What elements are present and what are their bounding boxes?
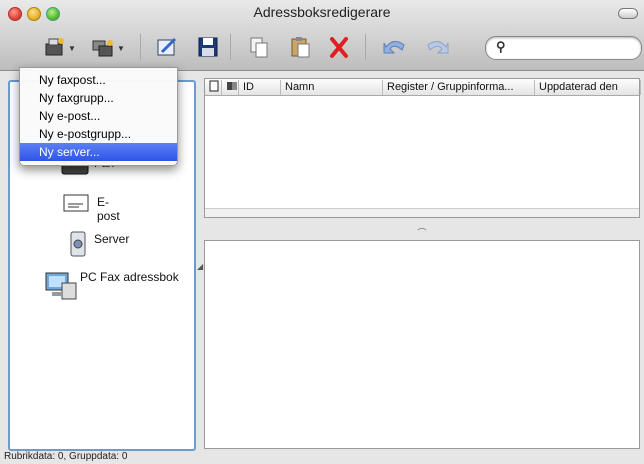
redo-icon — [427, 41, 449, 54]
search-field[interactable]: ⚲ — [485, 36, 642, 60]
menu-item-new-email[interactable]: Ny e-post... — [20, 107, 177, 125]
menu-item-new-email-group[interactable]: Ny e-postgrupp... — [20, 125, 177, 143]
pc-fax-icon — [45, 272, 77, 300]
group-icon — [227, 82, 237, 90]
paste-icon — [291, 37, 310, 58]
toolbar-toggle-button[interactable] — [618, 8, 638, 19]
new-group-icon — [92, 40, 113, 57]
new-contact-menu-button[interactable] — [40, 30, 70, 64]
undo-button[interactable] — [380, 30, 410, 64]
chevron-down-icon: ▼ — [68, 44, 76, 53]
horizontal-scrollbar[interactable] — [205, 208, 639, 217]
menu-item-new-server[interactable]: Ny server... — [20, 143, 177, 161]
column-register-header[interactable]: Register / Gruppinforma... — [383, 80, 535, 95]
sidebar-splitter-handle[interactable]: ◢ — [197, 262, 203, 271]
sidebar-item-label: PC Fax adressbok — [80, 270, 179, 284]
menu-item-new-fax[interactable]: Ny faxpost... — [20, 71, 177, 89]
new-contact-icon — [45, 38, 64, 56]
edit-icon — [157, 37, 177, 56]
address-book-editor-window: Adressboksredigerare ▼ ▼ ⚲ E-post Server… — [0, 0, 644, 464]
toolbar-separator — [230, 34, 231, 60]
toolbar-separator — [140, 34, 141, 60]
delete-icon — [330, 37, 348, 58]
server-icon — [70, 231, 86, 257]
status-bar-text: Rubrikdata: 0, Gruppdata: 0 — [4, 451, 128, 462]
table-header: ID Namn Register / Gruppinforma... Uppda… — [205, 79, 641, 96]
menu-item-new-fax-group[interactable]: Ny faxgrupp... — [20, 89, 177, 107]
paste-button[interactable] — [285, 30, 315, 64]
column-name-header[interactable]: Namn — [281, 80, 383, 95]
title-bar: Adressboksredigerare ▼ ▼ ⚲ — [0, 0, 644, 71]
delete-button[interactable] — [324, 30, 354, 64]
toolbar-separator — [365, 34, 366, 60]
save-button[interactable] — [193, 30, 223, 64]
new-group-menu-button[interactable] — [88, 30, 118, 64]
column-group-header[interactable] — [222, 80, 239, 95]
copy-button[interactable] — [244, 30, 274, 64]
search-icon: ⚲ — [496, 39, 506, 54]
pane-splitter-handle[interactable]: ⌒ — [204, 226, 640, 240]
column-updated-header[interactable]: Uppdaterad den — [535, 80, 641, 95]
email-icon — [63, 194, 89, 212]
sidebar-item-label: Server — [94, 232, 130, 246]
document-icon — [209, 80, 219, 92]
redo-button[interactable] — [422, 30, 452, 64]
window-title: Adressboksredigerare — [253, 4, 391, 20]
record-table: ID Namn Register / Gruppinforma... Uppda… — [204, 78, 641, 218]
chevron-down-icon: ▼ — [117, 44, 125, 53]
sidebar-item-label: E-post — [97, 195, 120, 223]
new-item-menu: Ny faxpost... Ny faxgrupp... Ny e-post..… — [19, 67, 178, 166]
detail-pane — [204, 240, 640, 449]
save-icon — [198, 37, 218, 57]
column-id-header[interactable]: ID — [239, 80, 281, 95]
column-type-header[interactable] — [205, 80, 222, 95]
undo-icon — [383, 41, 405, 54]
copy-icon — [250, 37, 268, 58]
edit-button[interactable] — [152, 30, 182, 64]
